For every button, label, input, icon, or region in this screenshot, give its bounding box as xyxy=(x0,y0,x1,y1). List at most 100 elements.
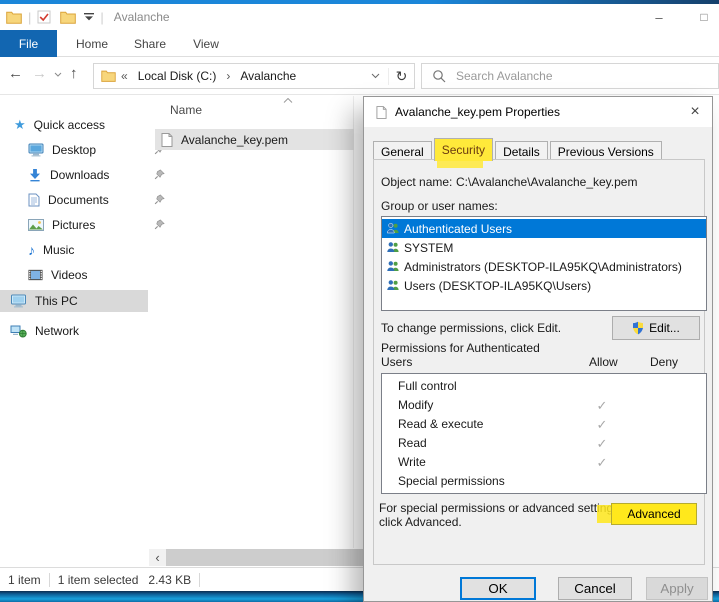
permission-row-read: Read ✓ xyxy=(382,434,706,453)
apply-button[interactable]: Apply xyxy=(646,577,708,600)
status-divider xyxy=(199,573,200,587)
sidebar-item-documents[interactable]: Documents xyxy=(28,189,176,211)
group-user-names-label: Group or user names: xyxy=(381,199,498,213)
security-tab-highlight xyxy=(437,160,483,168)
sidebar-label: Network xyxy=(35,324,79,338)
scroll-left-icon[interactable]: ‹ xyxy=(149,549,166,566)
properties-dialog: Avalanche_key.pem Properties × General S… xyxy=(363,96,713,602)
sidebar-item-quick-access[interactable]: ★ Quick access xyxy=(14,114,162,136)
permission-row-special-permissions: Special permissions xyxy=(382,472,706,491)
group-row-system[interactable]: SYSTEM xyxy=(382,238,706,257)
search-icon xyxy=(432,69,446,83)
advanced-hint-line2: click Advanced. xyxy=(379,515,462,529)
dialog-close-icon[interactable]: × xyxy=(678,97,712,127)
tab-details[interactable]: Details xyxy=(495,141,548,161)
minimize-button[interactable]: – xyxy=(638,4,680,30)
edit-button[interactable]: Edit... xyxy=(612,316,700,340)
history-chevron-icon[interactable] xyxy=(54,72,62,77)
permission-label: Modify xyxy=(398,398,433,412)
search-input[interactable] xyxy=(456,69,686,83)
group-user-list[interactable]: Authenticated Users SYSTEM Administrator… xyxy=(381,216,707,311)
sidebar-item-pictures[interactable]: Pictures xyxy=(28,214,176,236)
permissions-for-label-line1: Permissions for Authenticated xyxy=(381,341,540,355)
ribbon-tab-view[interactable]: View xyxy=(179,30,233,57)
file-row-avalanche-key[interactable]: Avalanche_key.pem xyxy=(155,129,354,150)
breadcrumb-current[interactable]: Avalanche xyxy=(240,69,296,83)
sidebar-item-downloads[interactable]: Downloads xyxy=(28,164,176,186)
sidebar-item-music[interactable]: ♪ Music xyxy=(28,239,176,261)
sidebar-item-this-pc[interactable]: This PC xyxy=(0,290,148,312)
sort-ascending-icon[interactable] xyxy=(283,98,293,103)
address-bar[interactable]: « Local Disk (C:) › Avalanche ↻ xyxy=(93,63,415,89)
ribbon-tab-bar: File Home Share View xyxy=(0,30,719,57)
sidebar-label: Quick access xyxy=(34,118,105,132)
permission-row-read-execute: Read & execute ✓ xyxy=(382,415,706,434)
dialog-file-icon xyxy=(376,106,387,119)
allow-check: ✓ xyxy=(585,417,619,433)
permissions-list[interactable]: Full control Modify ✓ Read & execute ✓ R… xyxy=(381,373,707,494)
permission-label: Full control xyxy=(398,379,457,393)
maximize-button[interactable]: □ xyxy=(683,4,719,30)
breadcrumb-collapse[interactable]: « xyxy=(121,69,128,83)
documents-icon xyxy=(28,193,40,207)
qat-customize-dropdown-icon[interactable] xyxy=(84,13,94,21)
status-selected-size: 2.43 KB xyxy=(148,573,191,587)
pin-icon xyxy=(154,194,165,205)
permission-row-write: Write ✓ xyxy=(382,453,706,472)
group-icon xyxy=(386,260,400,273)
tab-previous-versions[interactable]: Previous Versions xyxy=(550,141,662,161)
forward-icon: → xyxy=(32,65,47,82)
pin-icon xyxy=(154,169,165,180)
sidebar-item-desktop[interactable]: Desktop xyxy=(28,139,176,161)
sidebar-item-network[interactable]: Network xyxy=(0,320,148,342)
back-icon[interactable]: ← xyxy=(8,65,23,82)
horizontal-scrollbar[interactable]: ‹ xyxy=(149,549,363,566)
window-title: Avalanche xyxy=(114,10,170,24)
permission-label: Read & execute xyxy=(398,417,483,431)
tab-security[interactable]: Security xyxy=(434,138,493,161)
group-row-administrators[interactable]: Administrators (DESKTOP-ILA95KQ\Administ… xyxy=(382,257,706,276)
qat-new-folder-icon[interactable] xyxy=(60,11,76,24)
sidebar-label: Downloads xyxy=(50,168,109,182)
qat-properties-icon[interactable] xyxy=(37,10,51,24)
downloads-icon xyxy=(28,168,42,182)
allow-check: ✓ xyxy=(585,398,619,414)
ok-button[interactable]: OK xyxy=(460,577,536,600)
breadcrumb-root[interactable]: Local Disk (C:) xyxy=(138,69,217,83)
sidebar-label: Pictures xyxy=(52,218,95,232)
up-icon[interactable]: ↑ xyxy=(70,65,78,82)
refresh-icon[interactable]: ↻ xyxy=(388,68,414,85)
search-box[interactable] xyxy=(421,63,719,89)
sidebar-label: Music xyxy=(43,243,74,257)
pictures-icon xyxy=(28,219,44,231)
group-row-authenticated-users[interactable]: Authenticated Users xyxy=(382,219,706,238)
group-icon xyxy=(386,222,400,235)
cancel-button[interactable]: Cancel xyxy=(558,577,632,600)
sidebar-label: Documents xyxy=(48,193,109,207)
ribbon-tab-home[interactable]: Home xyxy=(63,30,121,57)
qat-separator: | xyxy=(28,10,31,25)
tab-general[interactable]: General xyxy=(373,141,432,161)
status-item-count: 1 item xyxy=(8,573,41,587)
address-dropdown-icon[interactable] xyxy=(371,73,380,79)
window-folder-icon xyxy=(6,11,22,24)
ribbon-tab-file[interactable]: File xyxy=(0,30,57,57)
column-header-name[interactable]: Name xyxy=(170,103,202,117)
quick-access-star-icon: ★ xyxy=(14,117,26,133)
sidebar-label: Videos xyxy=(51,268,87,282)
navigation-bar: ← → ↑ « Local Disk (C:) › Avalanche ↻ xyxy=(0,57,719,95)
ribbon-tab-share[interactable]: Share xyxy=(121,30,179,57)
column-divider xyxy=(353,96,354,548)
permission-label: Read xyxy=(398,436,427,450)
tab-security-label: Security xyxy=(442,143,485,157)
group-row-users[interactable]: Users (DESKTOP-ILA95KQ\Users) xyxy=(382,276,706,295)
group-name: Users (DESKTOP-ILA95KQ\Users) xyxy=(404,279,591,293)
permission-row-full-control: Full control xyxy=(382,377,706,396)
dialog-tab-strip: General Security Details Previous Versio… xyxy=(373,138,664,161)
group-name: Authenticated Users xyxy=(404,222,512,236)
group-name: Administrators (DESKTOP-ILA95KQ\Administ… xyxy=(404,260,682,274)
scrollbar-thumb[interactable] xyxy=(166,549,363,566)
dialog-title: Avalanche_key.pem Properties xyxy=(395,105,560,119)
advanced-button[interactable]: Advanced xyxy=(611,503,697,525)
sidebar-item-videos[interactable]: Videos xyxy=(28,264,176,286)
